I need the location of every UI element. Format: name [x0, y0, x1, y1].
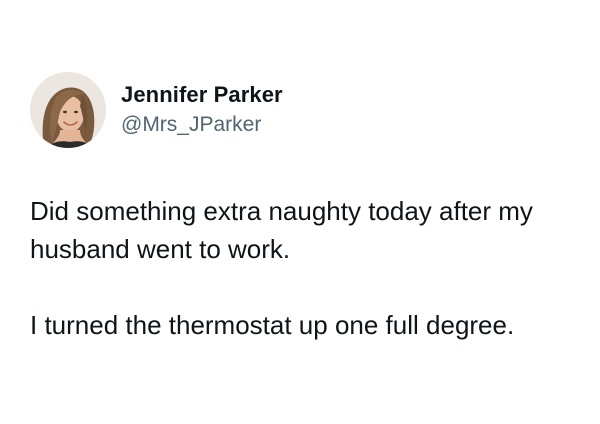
author-names: Jennifer Parker @Mrs_JParker [121, 81, 283, 139]
avatar[interactable] [30, 72, 106, 148]
tweet-paragraph: I turned the thermostat up one full degr… [30, 310, 515, 340]
user-handle[interactable]: @Mrs_JParker [121, 111, 283, 139]
display-name[interactable]: Jennifer Parker [121, 81, 283, 109]
profile-photo-icon [30, 72, 106, 148]
tweet-paragraph: Did something extra naughty today after … [30, 196, 533, 264]
tweet-header: Jennifer Parker @Mrs_JParker [30, 72, 283, 148]
tweet-card: Jennifer Parker @Mrs_JParker Did somethi… [0, 0, 600, 424]
tweet-text: Did something extra naughty today after … [30, 192, 590, 344]
